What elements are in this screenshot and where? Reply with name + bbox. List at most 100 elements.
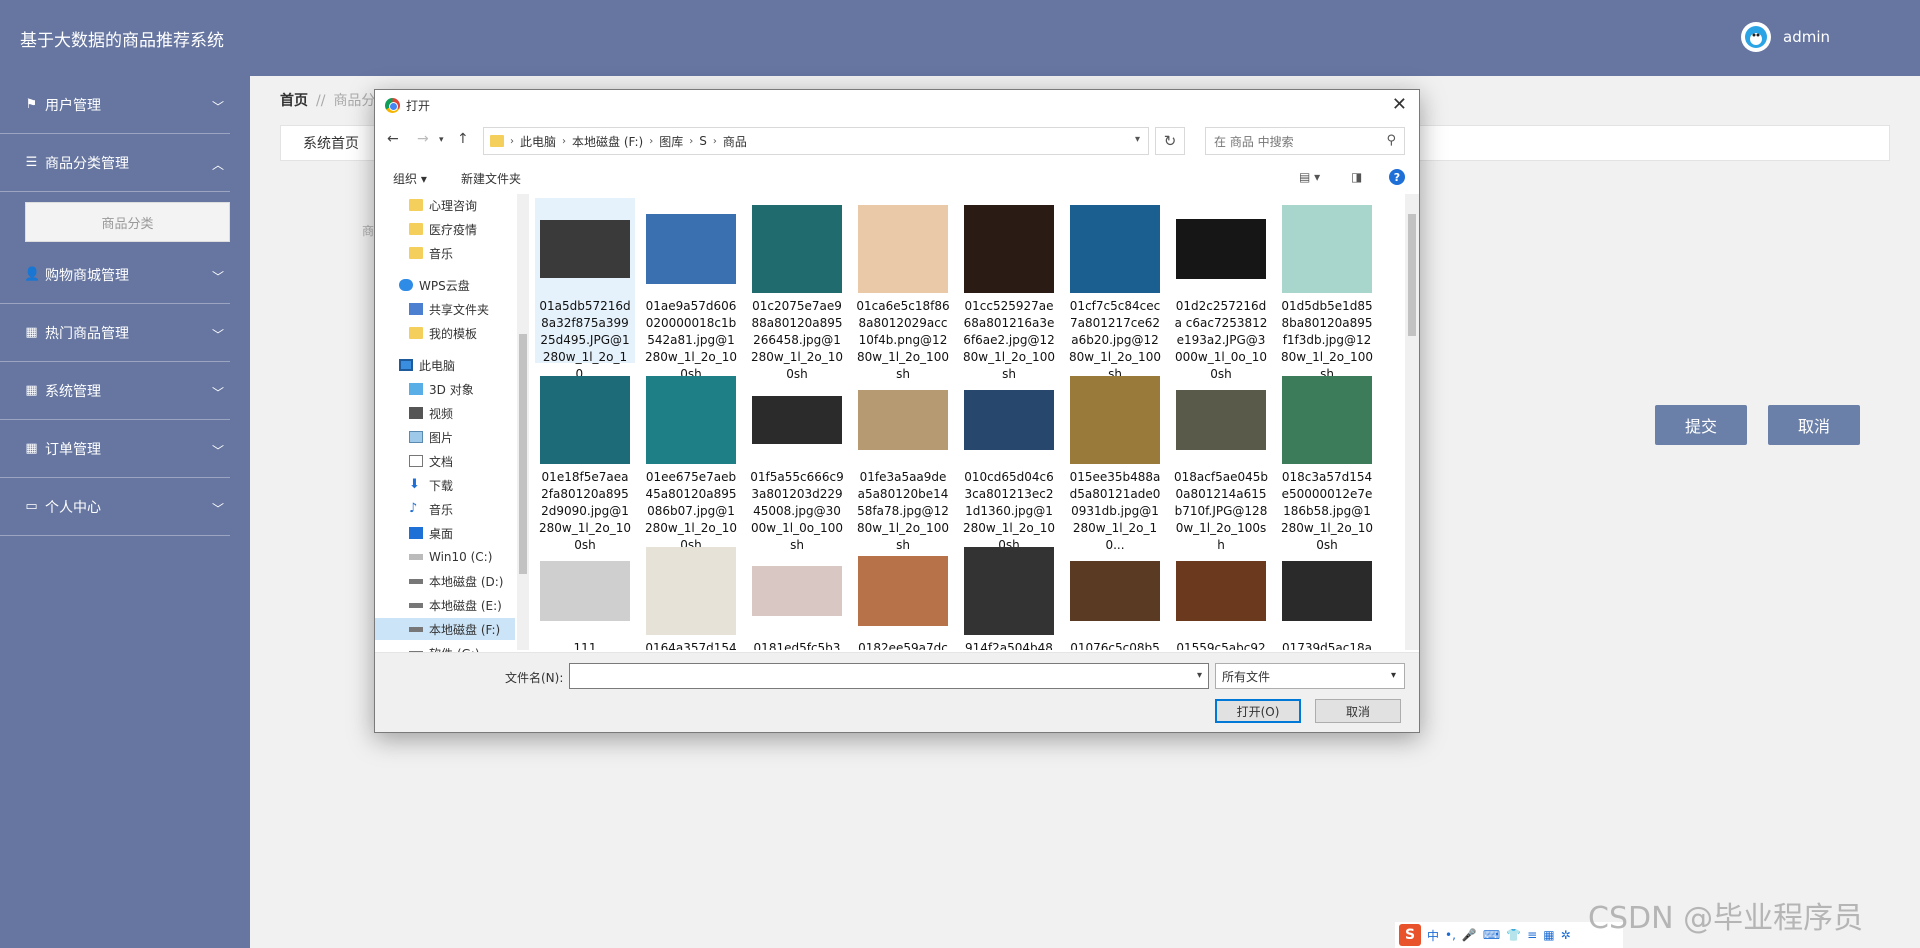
skin-icon[interactable]: 👕 bbox=[1506, 928, 1521, 942]
scrollbar-thumb[interactable] bbox=[519, 334, 527, 574]
file-item[interactable]: 0181ed5fc5b33 bbox=[747, 540, 847, 650]
file-item[interactable]: 01cf7c5c84cec7a801217ce62a6b20.jpg@1280w… bbox=[1065, 198, 1165, 381]
user-menu[interactable]: admin bbox=[1741, 22, 1830, 52]
nav-item[interactable]: 3D 对象 bbox=[409, 378, 474, 400]
file-item[interactable]: 01cc525927ae68a801216a3e6f6ae2.jpg@1280w… bbox=[959, 198, 1059, 381]
toolbox-icon[interactable]: ≡ bbox=[1527, 928, 1537, 942]
nav-item[interactable]: 音乐 bbox=[409, 242, 453, 264]
file-item[interactable]: 01ae9a57d606020000018c1b542a81.jpg@1280w… bbox=[641, 198, 741, 381]
preview-pane-icon[interactable]: ◨ bbox=[1351, 170, 1362, 184]
file-item[interactable]: 01f5a55c666c93a801203d22945008.jpg@3000w… bbox=[747, 369, 847, 552]
file-item[interactable]: 01fe3a5aa9dea5a80120be1458fa78.jpg@1280w… bbox=[853, 369, 953, 552]
settings-icon[interactable]: ✲ bbox=[1561, 928, 1571, 942]
filetype-select[interactable]: 所有文件 ▾ bbox=[1215, 663, 1405, 689]
dialog-cancel-button[interactable]: 取消 bbox=[1315, 699, 1401, 723]
sidebar-item-orders[interactable]: ▦ 订单管理 ﹀ bbox=[0, 420, 230, 478]
file-item[interactable]: 018c3a57d154e50000012e7e186b58.jpg@1280w… bbox=[1277, 369, 1377, 552]
file-item[interactable]: 01a5db57216d8a32f875a39925d495.JPG@1280w… bbox=[535, 198, 635, 381]
grid-scrollbar[interactable] bbox=[1405, 194, 1419, 650]
keyboard-icon[interactable]: ⌨ bbox=[1483, 928, 1500, 942]
view-options-icon[interactable]: ▤ ▾ bbox=[1299, 170, 1320, 184]
chevron-down-icon[interactable]: ▾ bbox=[1135, 134, 1140, 145]
sidebar-item-users[interactable]: ⚑ 用户管理 ﹀ bbox=[0, 76, 230, 134]
back-arrow-icon[interactable]: ← bbox=[387, 131, 399, 147]
up-arrow-icon[interactable]: ↑ bbox=[457, 131, 469, 147]
address-crumb[interactable]: S bbox=[699, 134, 707, 148]
submit-button[interactable]: 提交 bbox=[1655, 405, 1747, 445]
file-item[interactable]: 01739d5ac18a1 bbox=[1277, 540, 1377, 650]
file-item[interactable]: 01d5db5e1d858ba80120a895f1f3db.jpg@1280w… bbox=[1277, 198, 1377, 381]
sidebar-item-profile[interactable]: ▭ 个人中心 ﹀ bbox=[0, 478, 230, 536]
nav-item[interactable]: 桌面 bbox=[409, 522, 453, 544]
new-folder-button[interactable]: 新建文件夹 bbox=[461, 170, 521, 187]
recent-dropdown-icon[interactable]: ▾ bbox=[439, 135, 444, 145]
help-icon[interactable]: ? bbox=[1389, 169, 1405, 185]
file-item[interactable]: 010cd65d04c63ca801213ec21d1360.jpg@1280w… bbox=[959, 369, 1059, 552]
file-item[interactable]: 0164a357d154e bbox=[641, 540, 741, 650]
thumbnail-image bbox=[646, 214, 736, 284]
address-crumb[interactable]: 本地磁盘 (F:) bbox=[572, 133, 643, 150]
organize-menu[interactable]: 组织 ▾ bbox=[393, 170, 427, 187]
nav-item-label: 医疗疫情 bbox=[429, 222, 478, 237]
nav-item[interactable]: 图片 bbox=[409, 426, 453, 448]
file-item[interactable]: 0182ee59a7dcb bbox=[853, 540, 953, 650]
address-crumb[interactable]: 此电脑 bbox=[520, 133, 556, 150]
nav-item[interactable]: 本地磁盘 (D:) bbox=[409, 570, 503, 592]
file-item[interactable]: 018acf5ae045b0a801214a615b710f.JPG@1280w… bbox=[1171, 369, 1271, 552]
nav-item-label: 共享文件夹 bbox=[429, 302, 490, 317]
nav-item-label: 本地磁盘 (E:) bbox=[429, 598, 502, 613]
grid-icon[interactable]: ▦ bbox=[1543, 928, 1554, 942]
nav-item[interactable]: 心理咨询 bbox=[409, 194, 477, 216]
refresh-icon[interactable]: ↻ bbox=[1155, 127, 1185, 155]
app-title: 基于大数据的商品推荐系统 bbox=[20, 31, 224, 51]
address-crumb[interactable]: 图库 bbox=[659, 133, 683, 150]
nav-item[interactable]: 本地磁盘 (E:) bbox=[409, 594, 502, 616]
tab-home[interactable]: 系统首页 bbox=[281, 126, 382, 160]
sidebar-subitem-category[interactable]: 商品分类 bbox=[25, 202, 230, 242]
file-item[interactable]: 01e18f5e7aea2fa80120a8952d9090.jpg@1280w… bbox=[535, 369, 635, 552]
image-thumbnail bbox=[1282, 546, 1372, 636]
sidebar-item-category[interactable]: ☰ 商品分类管理 ︿ bbox=[0, 134, 230, 192]
sidebar-item-system[interactable]: ▦ 系统管理 ﹀ bbox=[0, 362, 230, 420]
nav-item[interactable]: 我的模板 bbox=[409, 322, 477, 344]
file-item[interactable]: 111 bbox=[535, 540, 635, 650]
nav-item[interactable]: 视频 bbox=[409, 402, 453, 424]
file-item[interactable]: 914f2a504b484 bbox=[959, 540, 1059, 650]
address-crumb[interactable]: 商品 bbox=[723, 133, 747, 150]
file-item[interactable]: 01559c5abc92e bbox=[1171, 540, 1271, 650]
scrollbar-thumb[interactable] bbox=[1408, 214, 1416, 336]
nav-item[interactable]: 医疗疫情 bbox=[409, 218, 477, 240]
nav-item[interactable]: 文档 bbox=[409, 450, 453, 472]
file-item[interactable]: 01ca6e5c18f868a8012029acc10f4b.png@1280w… bbox=[853, 198, 953, 381]
nav-item[interactable]: ⬇ 下载 bbox=[409, 474, 453, 496]
file-item[interactable]: 015ee35b488ad5a80121ade00931db.jpg@1280w… bbox=[1065, 369, 1165, 552]
file-item[interactable]: 01076c5c08b57 bbox=[1065, 540, 1165, 650]
ime-punct-icon[interactable]: •, bbox=[1445, 928, 1456, 942]
cancel-button[interactable]: 取消 bbox=[1768, 405, 1860, 445]
file-item[interactable]: 01d2c257216da c6ac7253812e193a2.JPG@3000… bbox=[1171, 198, 1271, 381]
sogou-logo-icon[interactable]: S bbox=[1399, 924, 1421, 946]
nav-item-selected[interactable]: 本地磁盘 (F:) bbox=[375, 618, 515, 640]
file-item[interactable]: 01c2075e7ae988a80120a895266458.jpg@1280w… bbox=[747, 198, 847, 381]
chevron-down-icon[interactable]: ▾ bbox=[1197, 670, 1202, 681]
nav-item[interactable]: ♪ 音乐 bbox=[409, 498, 453, 520]
sidebar-item-mall[interactable]: 👤 购物商城管理 ﹀ bbox=[0, 246, 230, 304]
sidebar-item-hot[interactable]: ▦ 热门商品管理 ﹀ bbox=[0, 304, 230, 362]
open-button[interactable]: 打开(O) bbox=[1215, 699, 1301, 723]
image-thumbnail bbox=[964, 546, 1054, 636]
microphone-icon[interactable]: 🎤 bbox=[1462, 928, 1477, 942]
ime-mode[interactable]: 中 bbox=[1427, 927, 1439, 944]
nav-scrollbar[interactable] bbox=[517, 194, 529, 650]
file-item[interactable]: 01ee675e7aeb45a80120a895086b07.jpg@1280w… bbox=[641, 369, 741, 552]
address-bar[interactable]: › 此电脑 › 本地磁盘 (F:) › 图库 › S › 商品 ▾ bbox=[483, 127, 1149, 155]
forward-arrow-icon[interactable]: → bbox=[417, 131, 429, 147]
image-thumbnail bbox=[752, 546, 842, 636]
breadcrumb-home[interactable]: 首页 bbox=[280, 93, 308, 109]
nav-item[interactable]: 共享文件夹 bbox=[409, 298, 489, 320]
nav-item[interactable]: 此电脑 bbox=[399, 354, 455, 376]
filename-input[interactable]: ▾ bbox=[569, 663, 1209, 689]
search-input[interactable]: 在 商品 中搜索 ⚲ bbox=[1205, 127, 1405, 155]
nav-item[interactable]: WPS云盘 bbox=[399, 274, 470, 296]
close-icon[interactable]: ✕ bbox=[1392, 94, 1407, 115]
nav-item[interactable]: Win10 (C:) bbox=[409, 546, 492, 568]
